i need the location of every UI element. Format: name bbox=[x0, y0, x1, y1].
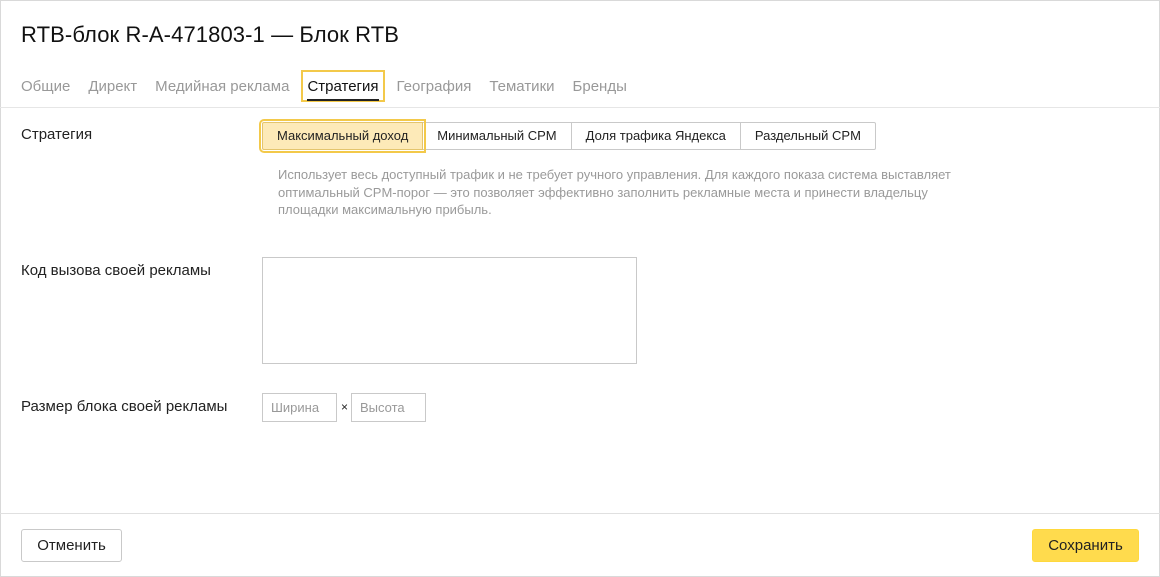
tab-topics[interactable]: Тематики bbox=[489, 74, 554, 98]
own-ad-size-label: Размер блока своей рекламы bbox=[21, 398, 228, 415]
tab-bar: Общие Директ Медийная реклама Стратегия … bbox=[21, 70, 645, 102]
tab-media-ads[interactable]: Медийная реклама bbox=[155, 74, 289, 98]
tab-brands[interactable]: Бренды bbox=[573, 74, 627, 98]
strategy-label: Стратегия bbox=[21, 126, 93, 143]
tabs-divider bbox=[0, 107, 1160, 108]
own-ad-code-textarea[interactable] bbox=[262, 257, 637, 364]
tab-direct[interactable]: Директ bbox=[88, 74, 137, 98]
width-input[interactable]: Ширина bbox=[262, 393, 337, 422]
strategy-option-yandex-traffic-share[interactable]: Доля трафика Яндекса bbox=[570, 122, 741, 150]
strategy-option-max-revenue[interactable]: Максимальный доход bbox=[258, 119, 427, 153]
save-button[interactable]: Сохранить bbox=[1032, 529, 1139, 562]
strategy-option-min-cpm[interactable]: Минимальный CPM bbox=[422, 122, 572, 150]
active-tab-underline bbox=[307, 99, 379, 101]
strategy-selector: Максимальный доход Минимальный CPM Доля … bbox=[258, 119, 876, 153]
dialog-title: RTB-блок R-A-471803-1 — Блок RTB bbox=[21, 22, 400, 47]
tab-general[interactable]: Общие bbox=[21, 74, 70, 98]
footer-divider bbox=[0, 513, 1160, 514]
strategy-description: Использует весь доступный трафик и не тр… bbox=[278, 167, 951, 217]
own-ad-code-label: Код вызова своей рекламы bbox=[21, 262, 211, 279]
cancel-button[interactable]: Отменить bbox=[21, 529, 122, 562]
tab-strategy-label: Стратегия bbox=[307, 78, 379, 95]
size-separator: × bbox=[341, 400, 349, 414]
tab-strategy[interactable]: Стратегия bbox=[301, 70, 385, 102]
height-input[interactable]: Высота bbox=[351, 393, 426, 422]
tab-geography[interactable]: География bbox=[397, 74, 472, 98]
strategy-option-separate-cpm[interactable]: Раздельный CPM bbox=[739, 122, 876, 150]
